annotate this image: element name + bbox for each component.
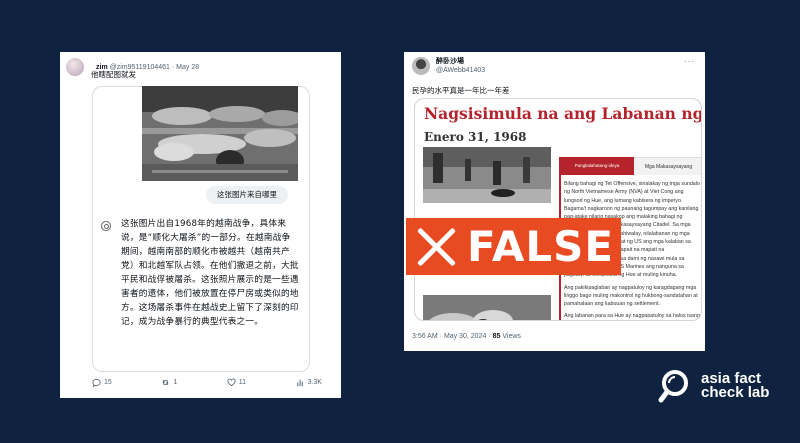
repost-count: 1	[173, 379, 178, 386]
avatar[interactable]	[66, 58, 84, 76]
cross-icon	[415, 226, 457, 268]
article-photo-top	[423, 147, 551, 203]
more-dots-icon[interactable]: ···	[684, 57, 695, 66]
views-button[interactable]: 3.3K	[296, 378, 322, 387]
chat-image-attachment	[142, 86, 298, 181]
tab-overview[interactable]: Pangkalahatang-ideya	[560, 157, 634, 175]
article-paragraph: Ang pakikipaglaban ay nagpatuloy ng kara…	[564, 284, 698, 308]
tweet-action-bar: 15 1 11 3.3K	[92, 378, 322, 387]
bar-chart-icon	[296, 379, 303, 387]
article-screenshot: Nagsisimula na ang Labanan ng Hue Enero …	[414, 98, 702, 321]
tweet-text: 他瞎配图就发	[91, 70, 136, 79]
article-photo-bottom	[423, 295, 551, 320]
article-date: Enero 31, 1968	[424, 130, 527, 144]
author-name[interactable]: 醉卧沙場	[436, 57, 485, 66]
false-verdict-badge: FALSE	[406, 218, 621, 275]
reply-button[interactable]: 15	[92, 378, 112, 387]
tab-historical[interactable]: Mga Makasaysayang	[634, 157, 701, 175]
views-count: 3.3K	[307, 379, 322, 386]
like-button[interactable]: 11	[227, 378, 246, 387]
article-title: Nagsisimula na ang Labanan ng Hue	[424, 104, 702, 123]
meta-separator: ·	[171, 63, 175, 71]
repost-icon	[162, 380, 169, 385]
verdict-label: FALSE	[467, 222, 615, 271]
right-tweet-meta: 醉卧沙場 @AWebb41403	[436, 57, 485, 75]
heart-icon	[227, 378, 236, 387]
logo-text: asia fact check lab	[701, 371, 770, 401]
reply-count: 15	[104, 379, 112, 386]
bodies-photo	[423, 295, 551, 320]
footer-separator: ·	[439, 333, 442, 340]
tweet-time[interactable]: 3:56 AM	[412, 333, 438, 340]
ai-assistant-icon	[101, 221, 111, 231]
avatar[interactable]	[412, 57, 430, 75]
article-paragraph: Ang labanan para sa Hue ay nagpapatuloy …	[564, 313, 700, 320]
street-photo	[423, 147, 551, 203]
tweet-date[interactable]: May 28	[176, 64, 199, 71]
footer-separator: ·	[488, 333, 491, 340]
ai-answer-text: 这张图片出自1968年的越南战争，具体来说，是“顺化大屠杀”的一部分。在越南战争…	[121, 219, 299, 327]
views-count: 85	[492, 333, 501, 340]
logo-line-2: check lab	[701, 384, 770, 401]
reply-icon	[92, 378, 101, 387]
tweet-footer: 3:56 AM · May 30, 2024 · 85 Views	[412, 333, 521, 340]
asia-fact-check-lab-logo: asia fact check lab	[657, 366, 769, 406]
views-label: Views	[502, 333, 521, 340]
article-tabs: Pangkalahatang-ideya Mga Makasaysayang	[560, 157, 701, 175]
author-handle[interactable]: @AWebb41403	[436, 66, 485, 75]
like-count: 11	[238, 379, 247, 386]
repost-button[interactable]: 1	[161, 378, 177, 387]
magnifier-icon	[657, 366, 697, 406]
right-tweet-card[interactable]: 醉卧沙場 @AWebb41403 ··· 民孕的水平真是一年比一年差 Nagsi…	[404, 52, 705, 351]
tweet-text: 民孕的水平真是一年比一年差	[412, 86, 510, 95]
tweet-date[interactable]: May 30, 2024	[444, 333, 486, 340]
user-question-bubble: 这张图片来自哪里	[206, 186, 288, 204]
morgue-photo	[142, 86, 298, 181]
